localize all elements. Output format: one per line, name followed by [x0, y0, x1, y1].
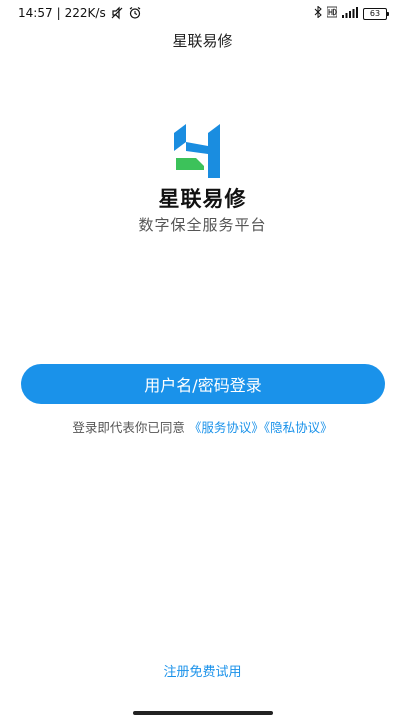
- status-bar: 14:57 | 222K/s 63: [0, 0, 405, 28]
- bluetooth-icon: [314, 5, 322, 21]
- agreement-text: 登录即代表你已同意 《服务协议》《隐私协议》: [0, 417, 405, 436]
- logo-right-blue: [208, 124, 220, 178]
- service-agreement-link[interactable]: 《服务协议》: [189, 420, 264, 435]
- logo-bottom-green: [176, 158, 204, 170]
- mute-icon: [110, 6, 124, 20]
- hd-icon: [326, 6, 338, 21]
- logo-top-blue: [174, 124, 186, 151]
- agreement-prefix: 登录即代表你已同意: [72, 420, 185, 435]
- logo-mid-blue: [186, 142, 208, 154]
- status-left: 14:57 | 222K/s: [18, 6, 142, 20]
- battery-icon: 63: [363, 7, 389, 20]
- brand-slogan: 数字保全服务平台: [138, 216, 267, 234]
- register-free-trial-link[interactable]: 注册免费试用: [0, 661, 405, 680]
- signal-icon: [342, 6, 358, 21]
- page-title: 星联易修: [172, 32, 233, 50]
- battery-level: 63: [369, 8, 381, 18]
- status-time: 14:57: [18, 6, 53, 20]
- brand-name: 星联易修: [158, 187, 247, 211]
- network-speed: 222K/s: [64, 6, 106, 20]
- username-password-login-button[interactable]: 用户名/密码登录: [21, 364, 385, 404]
- privacy-agreement-link[interactable]: 《隐私协议》: [264, 420, 333, 435]
- alarm-icon: [128, 6, 142, 20]
- status-right: 63: [314, 5, 389, 21]
- status-separator: |: [56, 6, 61, 20]
- app-logo-icon: [174, 124, 222, 178]
- home-indicator[interactable]: [133, 711, 273, 715]
